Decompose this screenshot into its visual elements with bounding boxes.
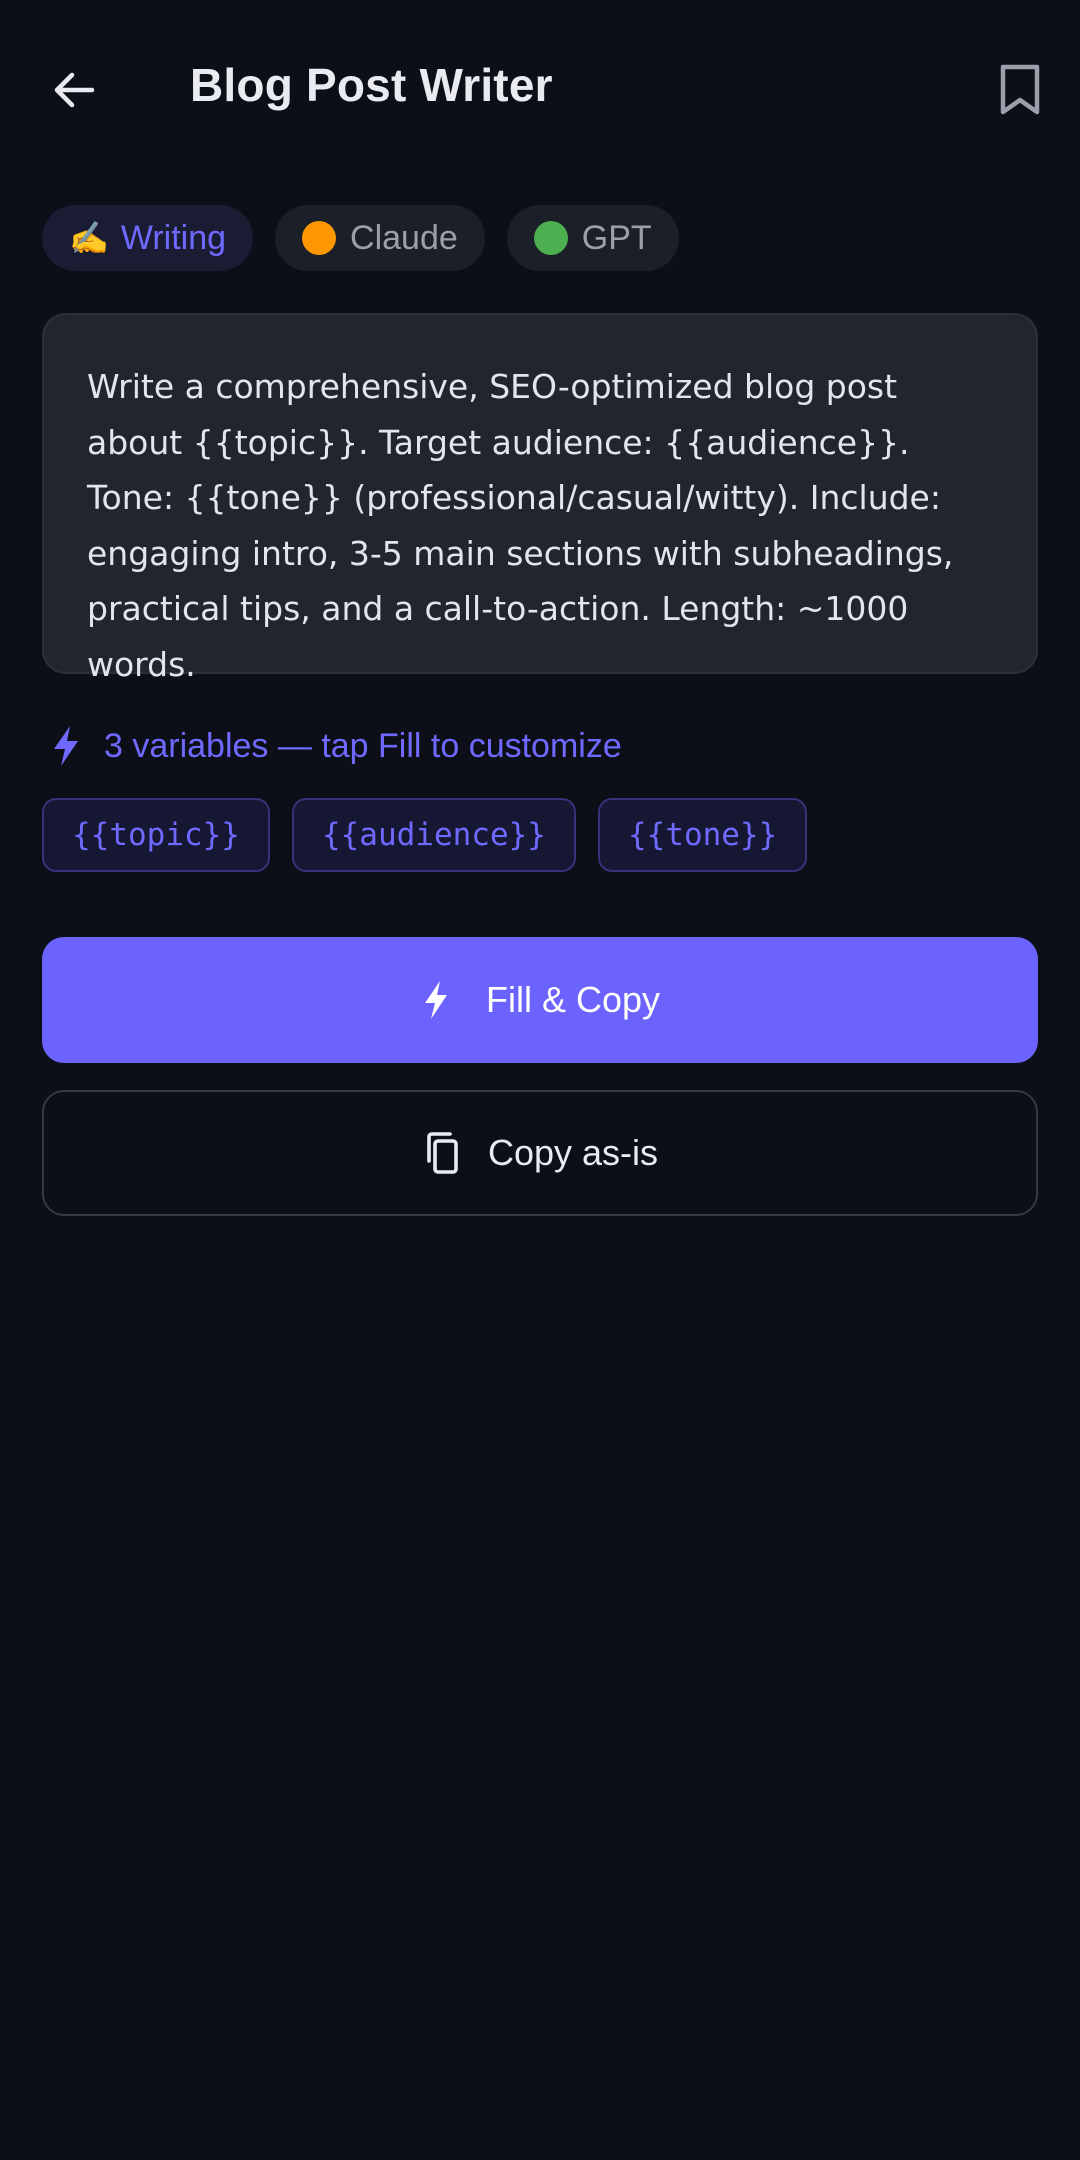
prompt-card: Write a comprehensive, SEO-optimized blo… [42, 313, 1038, 684]
fill-and-copy-button[interactable]: Fill & Copy [42, 937, 1038, 1063]
chip-writing[interactable]: ✍️ Writing [42, 205, 254, 271]
variables-info: 3 variables — tap Fill to customize [46, 724, 622, 768]
chip-label: Claude [350, 218, 458, 257]
top-app-bar: Blog Post Writer [0, 0, 1080, 180]
prompt-text: Write a comprehensive, SEO-optimized blo… [87, 367, 954, 684]
copy-icon [427, 1132, 458, 1174]
bolt-icon [54, 726, 78, 766]
variables-info-text: 3 variables — tap Fill to customize [104, 726, 622, 765]
chip-label: GPT [581, 218, 652, 257]
variable-tag-audience[interactable]: {{audience}} [291, 798, 576, 872]
variable-tag-tone[interactable]: {{tone}} [597, 798, 808, 872]
copy-as-is-label: Copy as-is [487, 1132, 659, 1173]
arrow-left-icon [54, 72, 95, 108]
fill-and-copy-label: Fill & Copy [485, 979, 661, 1020]
chip-claude[interactable]: Claude [275, 205, 485, 271]
bookmark-button[interactable] [980, 48, 1060, 132]
variable-tag-topic[interactable]: {{topic}} [42, 798, 270, 872]
variable-tags: {{topic}} {{audience}} {{tone}} [42, 798, 808, 872]
page-title: Blog Post Writer [190, 59, 553, 111]
tag-chips: ✍️ Writing Claude GPT [42, 205, 679, 271]
back-button[interactable] [34, 46, 114, 134]
bookmark-icon [1000, 64, 1040, 115]
chip-label: Writing [120, 218, 227, 257]
green-circle-icon [533, 221, 568, 255]
writing-hand-icon: ✍️ [69, 220, 109, 256]
copy-as-is-button[interactable]: Copy as-is [42, 1090, 1038, 1216]
chip-gpt[interactable]: GPT [506, 205, 679, 271]
app-root: Blog Post Writer ✍️ Writing Claude GPT W… [0, 0, 1080, 2160]
bolt-icon [424, 981, 447, 1019]
orange-circle-icon [302, 221, 337, 255]
